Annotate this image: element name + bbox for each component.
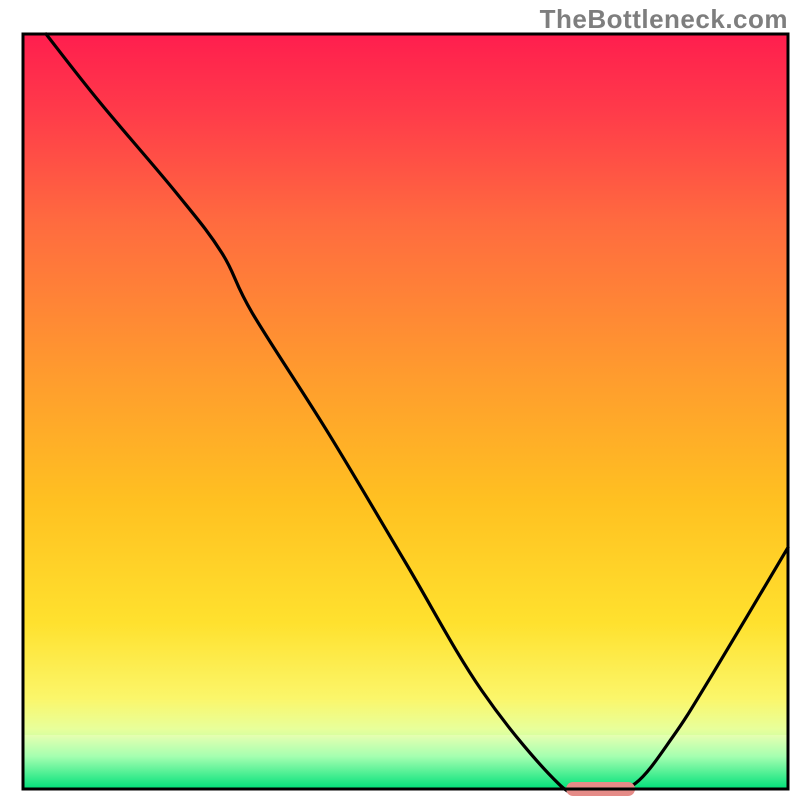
green-band: [23, 735, 788, 789]
chart-svg: [0, 0, 800, 800]
chart-stage: TheBottleneck.com: [0, 0, 800, 800]
watermark-text: TheBottleneck.com: [540, 4, 788, 35]
